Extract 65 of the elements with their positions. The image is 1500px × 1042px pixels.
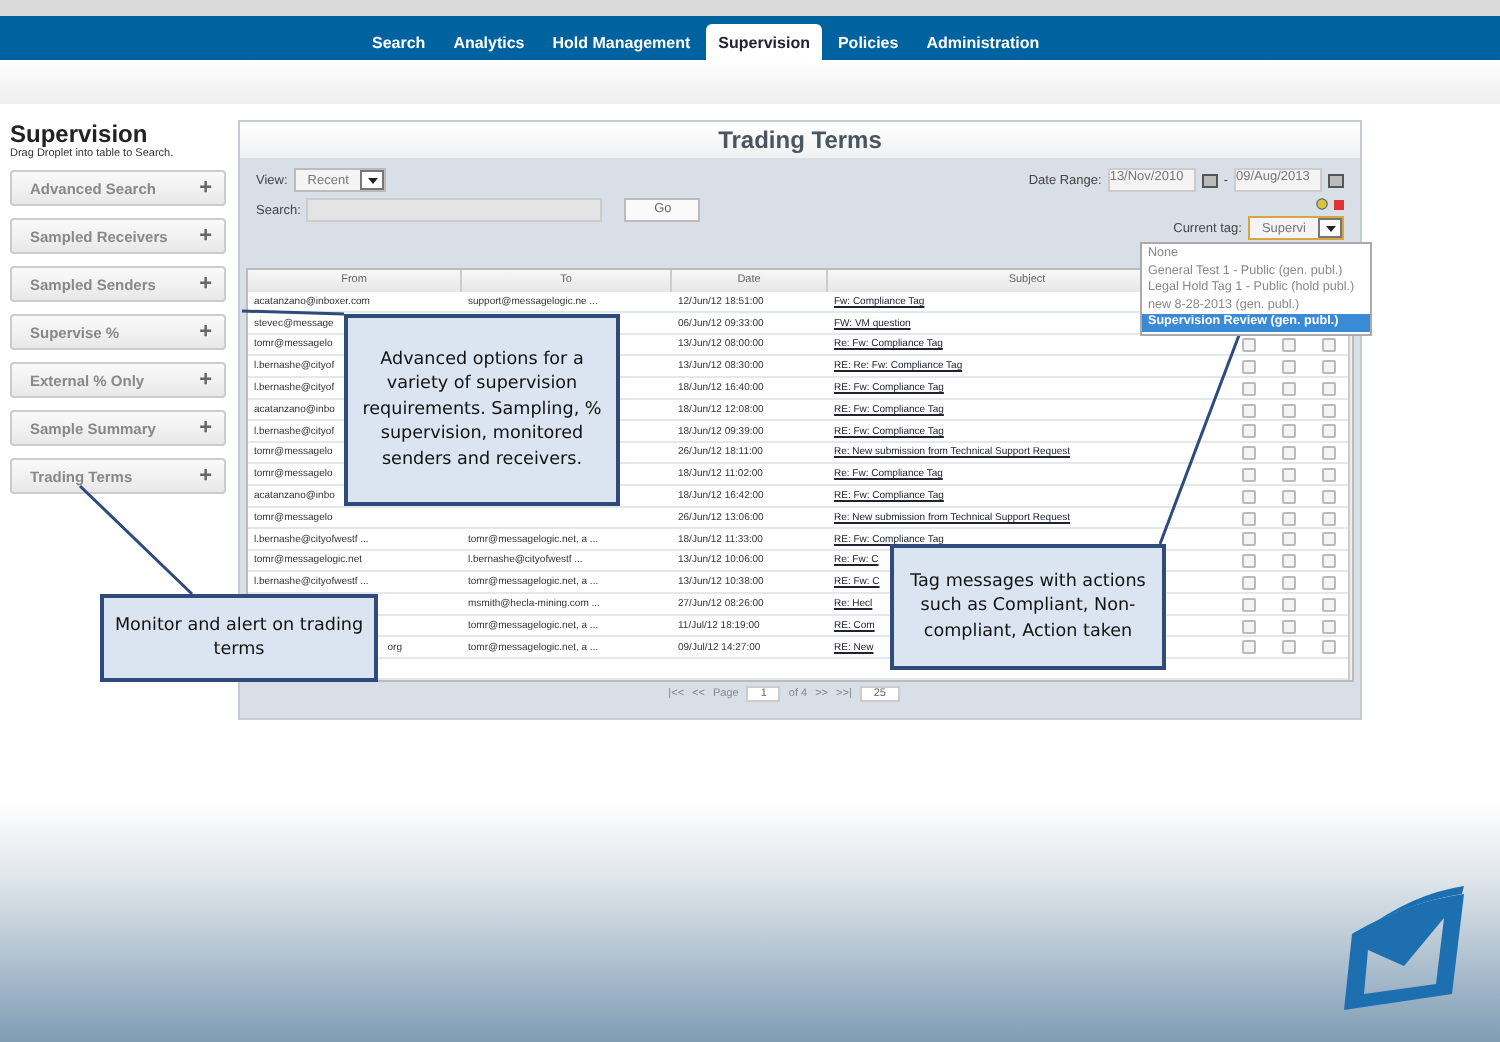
refresh-icon[interactable] [1316, 198, 1328, 210]
checkbox[interactable] [1281, 360, 1295, 375]
nav-tab[interactable]: Administration [914, 24, 1052, 60]
nav-tab[interactable]: Policies [825, 24, 911, 60]
checkbox[interactable] [1321, 554, 1335, 569]
checkbox[interactable] [1281, 576, 1295, 591]
callout: Advanced options for a variety of supervision requirements. Sampling, % supervision, monitored senders and receivers. [344, 314, 620, 506]
checkbox[interactable] [1241, 532, 1255, 547]
nav-tab[interactable]: Supervision [706, 24, 822, 60]
sidebar-title: Supervision [10, 120, 150, 148]
checkbox[interactable] [1321, 489, 1335, 504]
checkbox[interactable] [1281, 597, 1295, 612]
leader-line [78, 484, 194, 596]
checkbox[interactable] [1281, 489, 1295, 504]
panel-title: Trading Terms [240, 122, 1360, 158]
checkbox[interactable] [1281, 640, 1295, 655]
checkbox[interactable] [1241, 424, 1255, 439]
checkbox[interactable] [1241, 381, 1255, 396]
checkbox[interactable] [1281, 468, 1295, 483]
calendar-icon[interactable] [1201, 173, 1218, 187]
checkbox[interactable] [1321, 640, 1335, 655]
callout: Monitor and alert on trading terms [100, 594, 378, 682]
caret-icon [1325, 225, 1335, 231]
checkbox[interactable] [1241, 640, 1255, 655]
checkbox[interactable] [1241, 446, 1255, 461]
callout: Tag messages with actions such as Compliant, Non-compliant, Action taken [890, 544, 1166, 670]
leader-line [241, 309, 345, 316]
checkbox[interactable] [1321, 597, 1335, 612]
checkbox[interactable] [1241, 468, 1255, 483]
checkbox[interactable] [1321, 424, 1335, 439]
nav-tab[interactable]: Analytics [441, 24, 537, 60]
checkbox[interactable] [1281, 381, 1295, 396]
nav-tab[interactable]: Hold Management [540, 24, 703, 60]
checkbox[interactable] [1241, 403, 1255, 418]
checkbox[interactable] [1241, 511, 1255, 526]
checkbox[interactable] [1281, 446, 1295, 461]
checkbox[interactable] [1321, 403, 1335, 418]
checkbox[interactable] [1241, 489, 1255, 504]
checkbox[interactable] [1281, 532, 1295, 547]
checkbox[interactable] [1321, 381, 1335, 396]
checkbox[interactable] [1321, 619, 1335, 634]
nav-tab[interactable]: Search [360, 24, 438, 60]
calendar-icon[interactable] [1328, 173, 1344, 187]
checkbox[interactable] [1321, 446, 1335, 461]
checkbox[interactable] [1281, 619, 1295, 634]
checkbox[interactable] [1281, 511, 1295, 526]
checkbox[interactable] [1321, 468, 1335, 483]
caret-icon [367, 177, 378, 183]
search-field[interactable] [306, 198, 603, 222]
checkbox[interactable] [1321, 576, 1335, 591]
checkbox[interactable] [1241, 619, 1255, 634]
checkbox[interactable] [1321, 338, 1335, 353]
checkbox[interactable] [1281, 554, 1295, 569]
checkbox[interactable] [1241, 597, 1255, 612]
checkbox[interactable] [1281, 403, 1295, 418]
checkbox[interactable] [1241, 576, 1255, 591]
checkbox[interactable] [1321, 532, 1335, 547]
checkbox[interactable] [1241, 554, 1255, 569]
checkbox[interactable] [1281, 338, 1295, 353]
checkbox[interactable] [1241, 338, 1255, 353]
checkbox[interactable] [1321, 360, 1335, 375]
checkbox[interactable] [1321, 511, 1335, 526]
stop-icon[interactable] [1334, 199, 1344, 209]
checkbox[interactable] [1241, 360, 1255, 375]
checkbox[interactable] [1281, 424, 1295, 439]
